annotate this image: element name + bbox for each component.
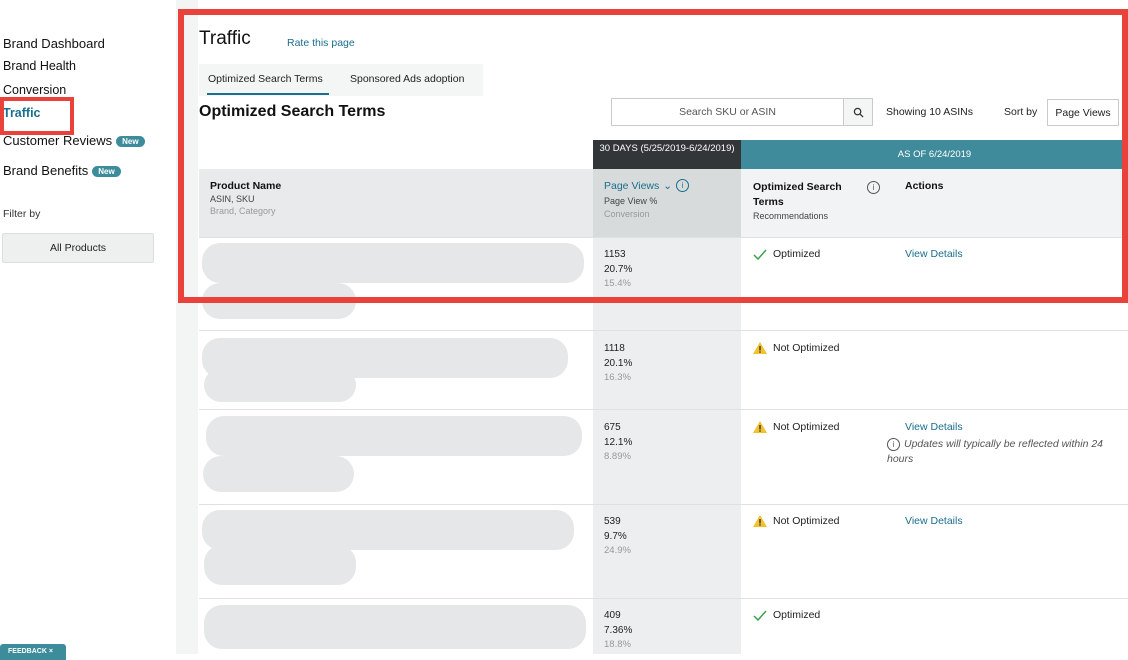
row-metrics: 1118 20.1% 16.3% bbox=[604, 342, 632, 386]
warning-icon bbox=[753, 421, 767, 433]
redacted-product-info bbox=[204, 605, 586, 649]
page-views-value: 1118 bbox=[604, 343, 625, 354]
page-view-pct-value: 9.7% bbox=[604, 530, 627, 542]
update-note: i Updates will typically be reflected wit… bbox=[887, 437, 1127, 467]
row-divider bbox=[199, 330, 1128, 331]
page-view-pct-value: 20.1% bbox=[604, 357, 633, 369]
redacted-product-info bbox=[204, 545, 356, 585]
row-divider bbox=[199, 409, 1128, 410]
page-views-value: 675 bbox=[604, 422, 621, 433]
page-views-value: 409 bbox=[604, 610, 621, 621]
view-details-link[interactable]: View Details bbox=[905, 421, 963, 433]
page-view-pct-value: 12.1% bbox=[604, 436, 633, 448]
filter-label: Filter by bbox=[3, 208, 41, 220]
checkmark-icon bbox=[753, 610, 767, 621]
status-label: Not Optimized bbox=[773, 421, 840, 433]
status-label: Not Optimized bbox=[773, 342, 840, 354]
redacted-product-info bbox=[202, 510, 574, 550]
warning-icon bbox=[753, 342, 767, 354]
sidebar-item-label: Brand Benefits bbox=[3, 163, 89, 178]
view-details-link[interactable]: View Details bbox=[905, 515, 963, 527]
redacted-product-info bbox=[206, 416, 582, 456]
redacted-product-info bbox=[204, 368, 356, 402]
sidebar-item-customer-reviews[interactable]: Customer Reviews New bbox=[3, 133, 145, 148]
highlight-box-traffic-section bbox=[178, 9, 1128, 303]
conversion-value: 18.8% bbox=[604, 639, 631, 650]
sidebar-item-label: Customer Reviews bbox=[3, 133, 113, 148]
redacted-product-info bbox=[203, 456, 354, 492]
feedback-button[interactable]: FEEDBACK × bbox=[0, 644, 66, 660]
status-not-optimized: Not Optimized bbox=[753, 342, 840, 354]
new-badge: New bbox=[116, 136, 145, 148]
row-divider bbox=[199, 504, 1128, 505]
status-not-optimized: Not Optimized bbox=[753, 515, 840, 527]
row-metrics: 675 12.1% 8.89% bbox=[604, 421, 632, 465]
row-metrics: 409 7.36% 18.8% bbox=[604, 609, 632, 653]
update-note-text: Updates will typically be reflected with… bbox=[887, 438, 1104, 465]
sidebar-item-conversion[interactable]: Conversion bbox=[3, 83, 66, 97]
status-not-optimized: Not Optimized bbox=[753, 421, 840, 433]
sidebar: Brand Dashboard Brand Health Conversion … bbox=[0, 0, 176, 660]
new-badge: New bbox=[92, 166, 121, 178]
highlight-box-traffic bbox=[0, 97, 74, 135]
page-view-pct-value: 7.36% bbox=[604, 624, 633, 636]
sidebar-item-brand-benefits[interactable]: Brand Benefits New bbox=[3, 163, 121, 178]
status-optimized: Optimized bbox=[753, 609, 820, 621]
sidebar-item-brand-dashboard[interactable]: Brand Dashboard bbox=[3, 36, 105, 51]
info-icon: i bbox=[887, 438, 900, 451]
row-metrics: 539 9.7% 24.9% bbox=[604, 515, 631, 559]
page-views-value: 539 bbox=[604, 516, 621, 527]
conversion-value: 24.9% bbox=[604, 545, 631, 556]
status-label: Not Optimized bbox=[773, 515, 840, 527]
all-products-button[interactable]: All Products bbox=[2, 233, 154, 263]
row-divider bbox=[199, 598, 1128, 599]
status-label: Optimized bbox=[773, 609, 821, 621]
conversion-value: 8.89% bbox=[604, 451, 631, 462]
sidebar-item-brand-health[interactable]: Brand Health bbox=[3, 59, 76, 73]
warning-icon bbox=[753, 515, 767, 527]
conversion-value: 16.3% bbox=[604, 372, 631, 383]
